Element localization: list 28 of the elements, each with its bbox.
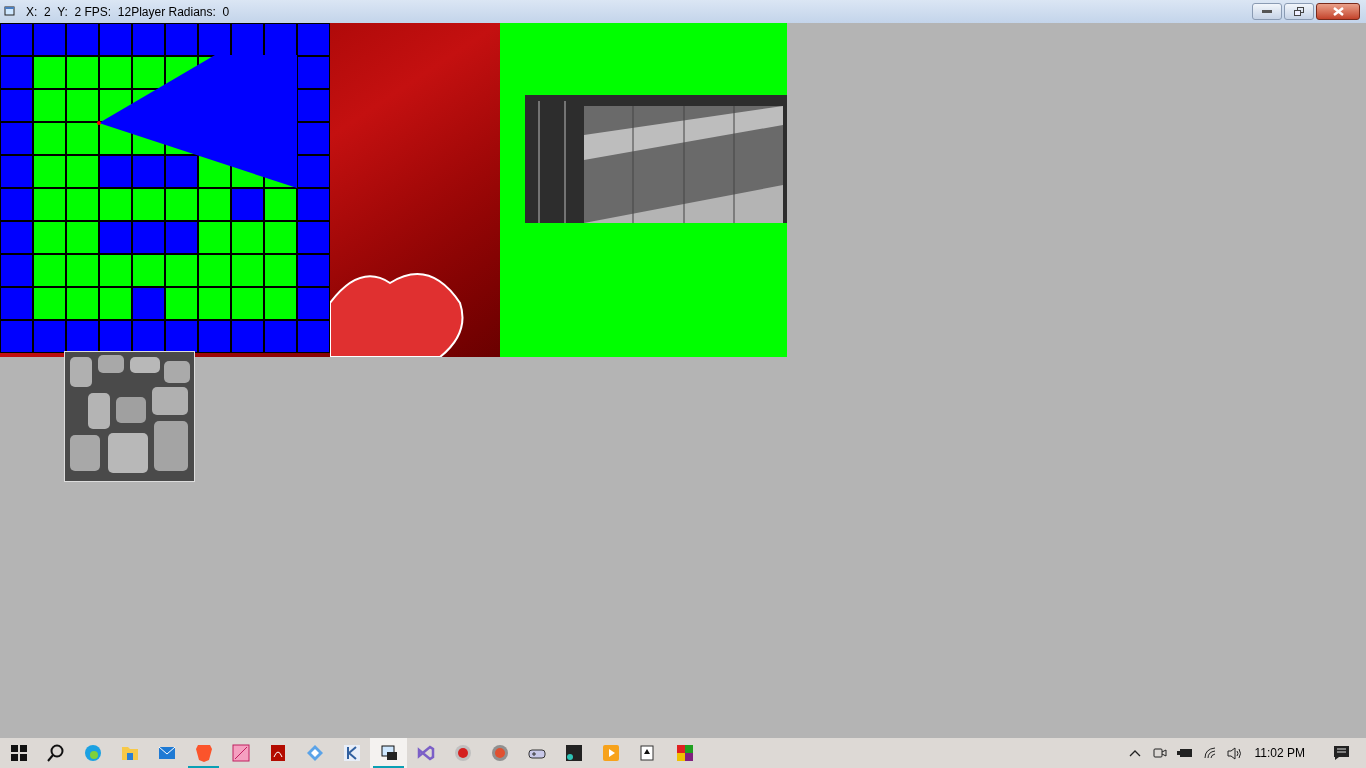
- colored-blocks-icon: [674, 743, 695, 763]
- restore-icon: [1294, 7, 1304, 16]
- play-icon: [600, 743, 621, 763]
- shield-icon: [193, 743, 214, 763]
- clock[interactable]: 11:02 PM: [1254, 744, 1305, 762]
- close-icon: [1332, 7, 1344, 16]
- minimize-button[interactable]: [1252, 3, 1282, 20]
- infinity-icon: [415, 743, 436, 763]
- window-icon: [4, 6, 16, 17]
- windows-logo-icon: [8, 743, 29, 763]
- dark-square-icon: [563, 743, 584, 763]
- camera-icon[interactable]: [1152, 746, 1167, 760]
- wifi-icon[interactable]: [1202, 747, 1217, 759]
- speaker-icon[interactable]: [1226, 746, 1243, 760]
- app-window-icon: [378, 743, 399, 763]
- taskbar-button[interactable]: [370, 738, 407, 768]
- disc-icon: [489, 743, 510, 763]
- disc-icon: [452, 743, 473, 763]
- search-icon: [45, 743, 66, 763]
- battery-icon[interactable]: [1176, 748, 1193, 758]
- restore-button[interactable]: [1284, 3, 1314, 20]
- window-title: X: 2 Y: 2 FPS: 12Player Radians: 0: [26, 3, 230, 21]
- frame-icon: [230, 743, 251, 763]
- minimize-icon: [1262, 10, 1272, 13]
- notification-icon[interactable]: [1333, 745, 1350, 761]
- close-button[interactable]: [1316, 3, 1360, 20]
- k-letter-icon: [341, 743, 362, 763]
- chevron-up-icon[interactable]: [1128, 749, 1141, 757]
